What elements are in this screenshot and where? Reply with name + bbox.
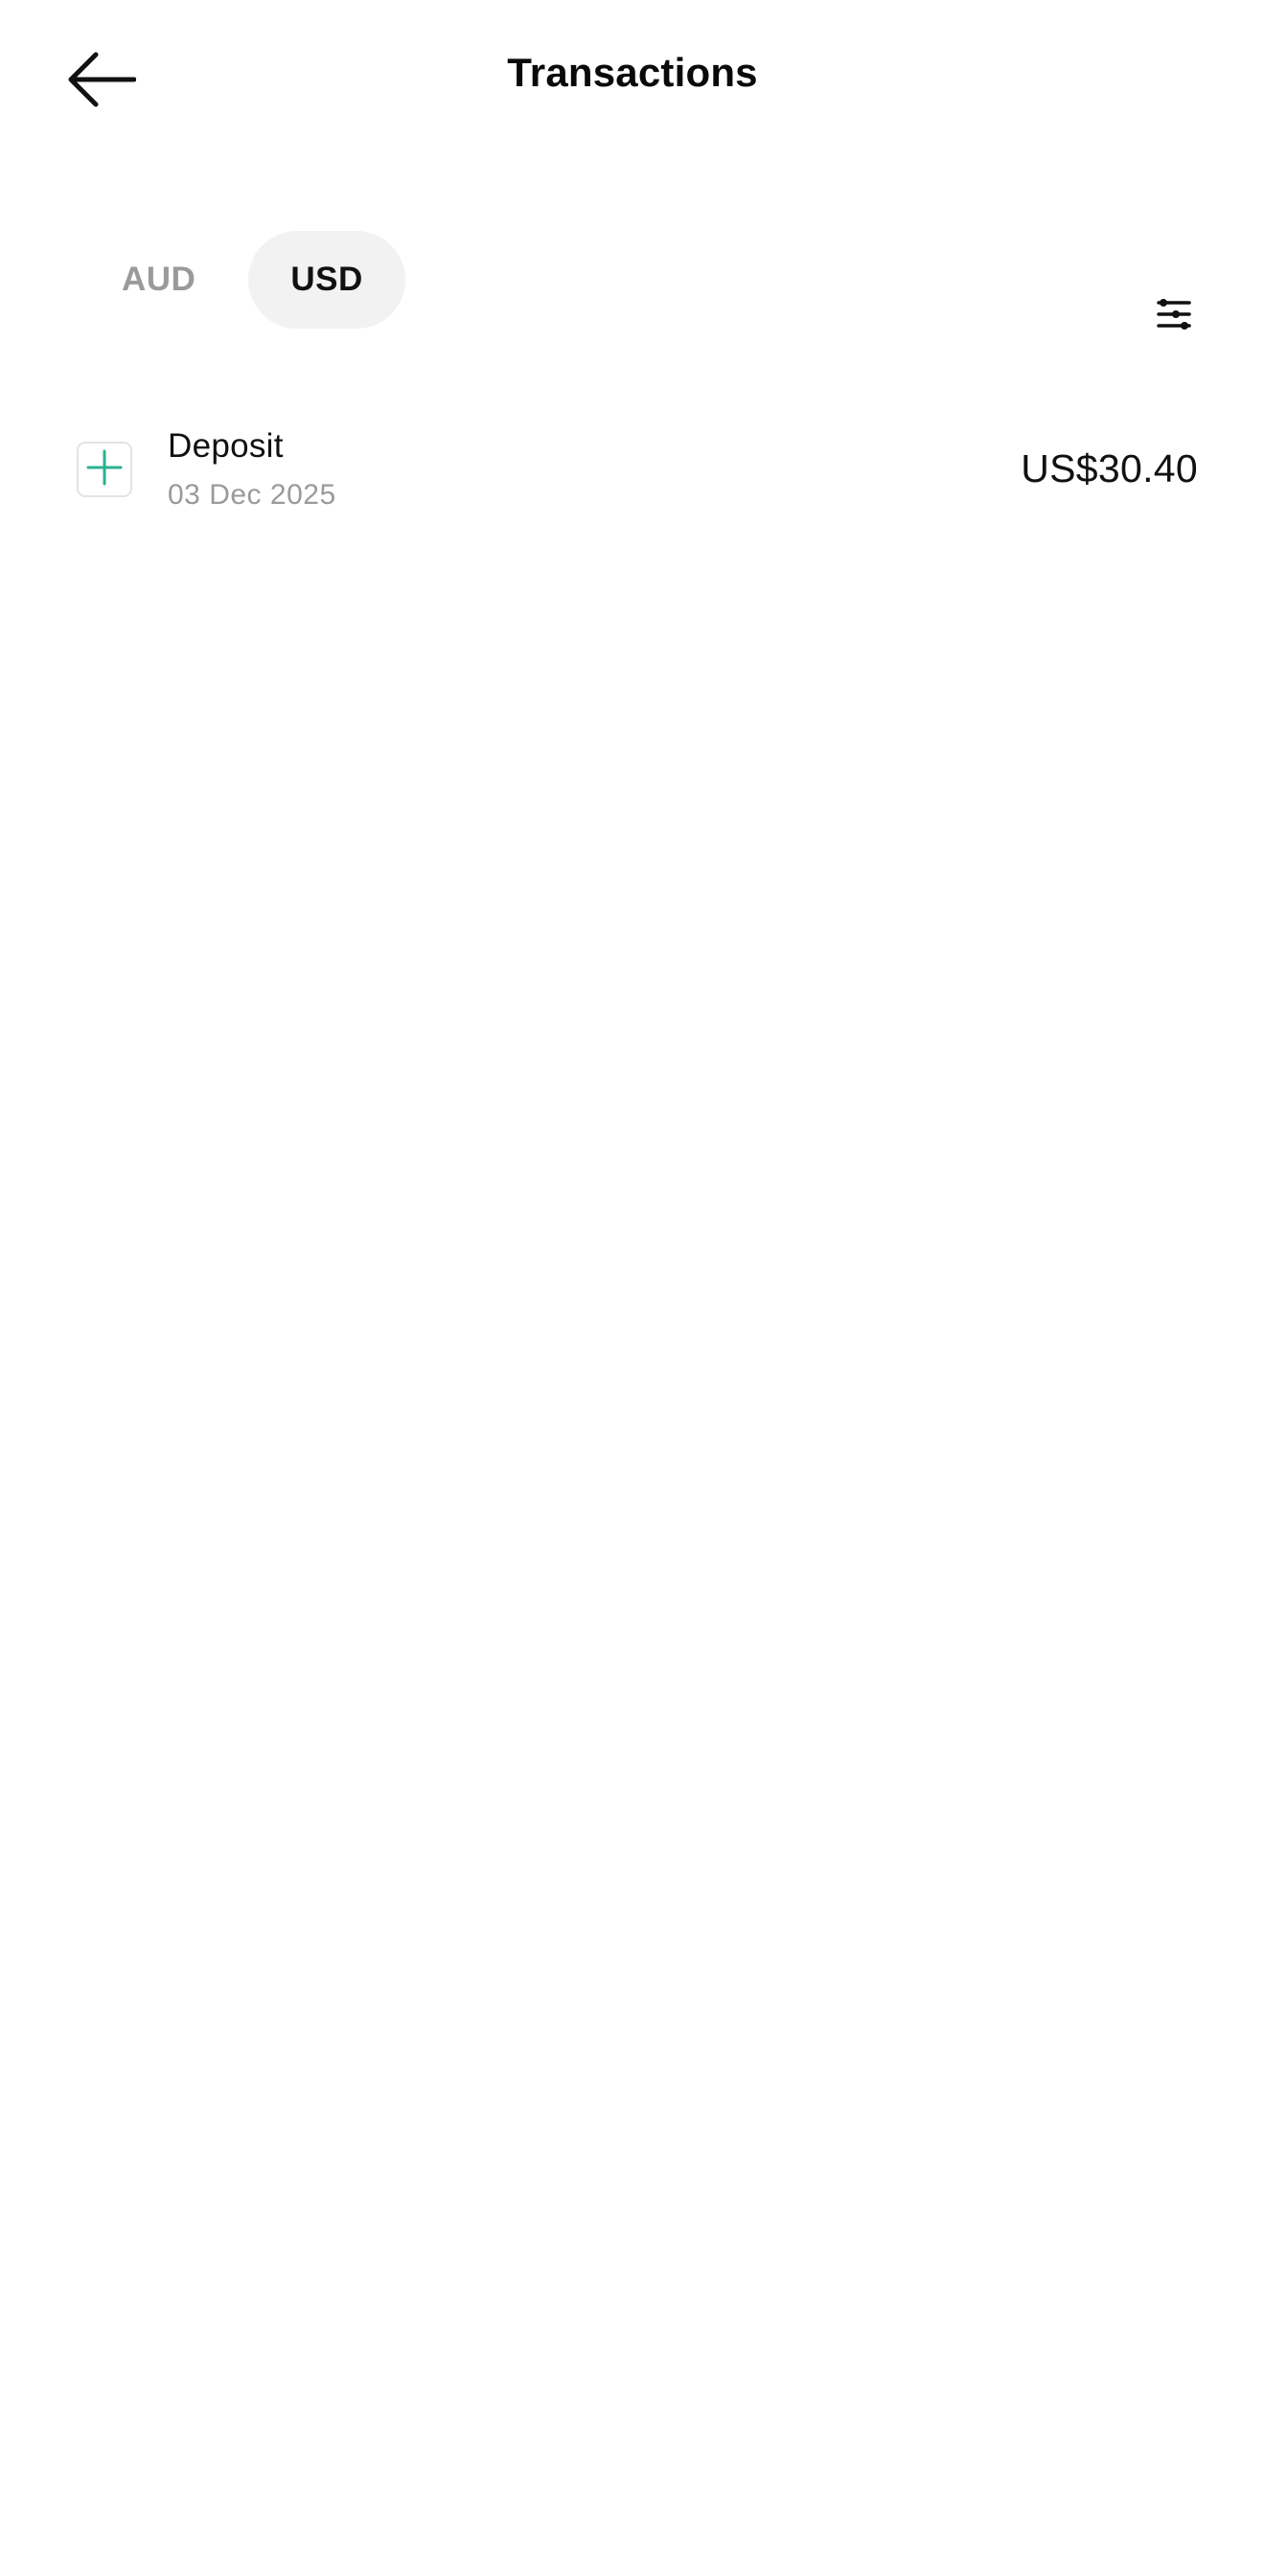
top-bar: Transactions xyxy=(0,0,1265,163)
deposit-badge xyxy=(77,442,132,497)
transaction-name: Deposit xyxy=(168,427,284,465)
tab-usd[interactable]: USD xyxy=(248,231,405,329)
tab-aud[interactable]: AUD xyxy=(79,231,239,329)
transaction-amount: US$30.40 xyxy=(1021,446,1198,490)
filter-sliders-icon xyxy=(1155,295,1193,338)
plus-icon xyxy=(86,449,123,490)
transaction-row[interactable]: Deposit 03 Dec 2025 US$30.40 xyxy=(77,420,1198,525)
currency-tabs: AUD USD xyxy=(79,231,405,329)
filter-button[interactable] xyxy=(1145,287,1203,345)
transaction-date: 03 Dec 2025 xyxy=(168,479,336,511)
page-title: Transactions xyxy=(507,50,758,95)
